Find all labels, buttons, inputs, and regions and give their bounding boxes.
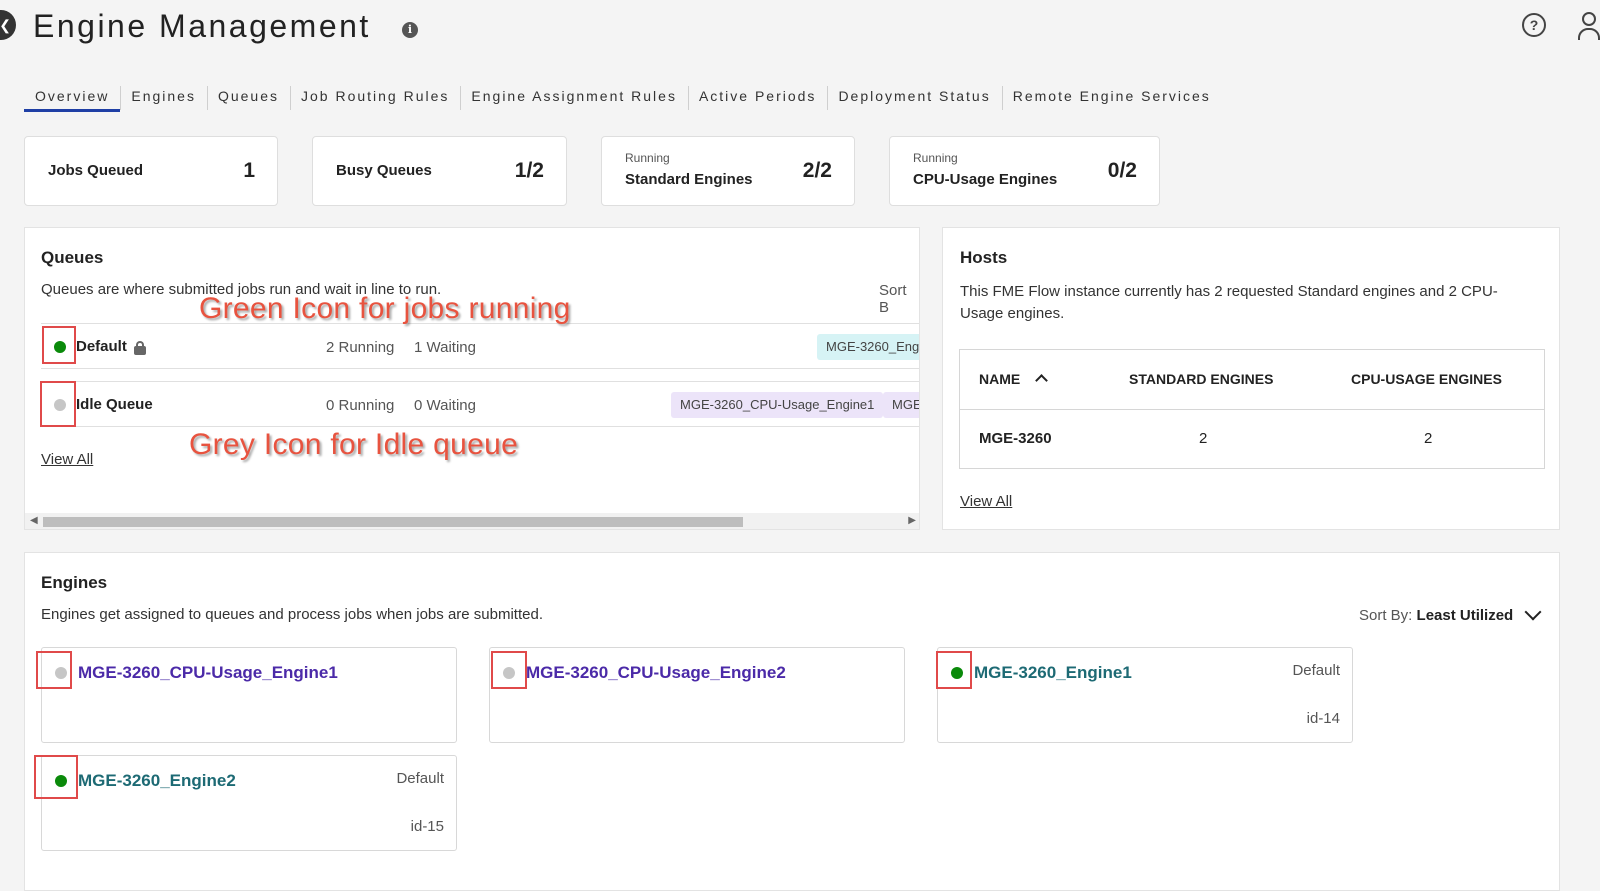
queues-title: Queues bbox=[41, 248, 104, 267]
queues-sort-label[interactable]: Sort B bbox=[879, 282, 919, 316]
annotation-highlight-box bbox=[36, 651, 72, 689]
hosts-card: Hosts This FME Flow instance currently h… bbox=[942, 227, 1560, 530]
column-header-name[interactable]: NAME bbox=[979, 371, 1020, 387]
hosts-table: NAME STANDARD ENGINES CPU-USAGE ENGINES … bbox=[959, 349, 1545, 469]
engines-description: Engines get assigned to queues and proce… bbox=[41, 606, 543, 623]
lock-icon bbox=[134, 341, 146, 355]
host-cpu-engines: 2 bbox=[1424, 430, 1433, 447]
annotation-grey-icon: Grey Icon for Idle queue bbox=[189, 428, 519, 461]
engine-card[interactable]: MGE-3260_Engine1 Default id-14 bbox=[937, 647, 1353, 743]
tab-job-routing-rules[interactable]: Job Routing Rules bbox=[290, 84, 460, 112]
hosts-table-header: NAME STANDARD ENGINES CPU-USAGE ENGINES bbox=[960, 350, 1544, 410]
stat-label: Busy Queues bbox=[336, 162, 432, 179]
host-standard-engines: 2 bbox=[1199, 430, 1208, 447]
sort-ascending-icon[interactable] bbox=[1035, 374, 1048, 387]
engine-card[interactable]: MGE-3260_CPU-Usage_Engine2 bbox=[489, 647, 905, 743]
queue-waiting-count: 1 Waiting bbox=[414, 339, 476, 356]
engine-chip[interactable]: MGE bbox=[883, 392, 919, 418]
engine-id: id-14 bbox=[1306, 710, 1340, 727]
annotation-highlight-box bbox=[491, 651, 527, 689]
back-icon[interactable]: ❮ bbox=[0, 10, 16, 40]
engine-name-link[interactable]: MGE-3260_Engine2 bbox=[78, 771, 236, 791]
stat-sublabel: Running bbox=[625, 151, 670, 165]
tab-engine-assignment-rules[interactable]: Engine Assignment Rules bbox=[460, 84, 688, 112]
sort-by-prefix: Sort By: bbox=[1359, 607, 1413, 624]
stat-jobs-queued: Jobs Queued 1 bbox=[24, 136, 278, 206]
queue-row-default[interactable]: Default 2 Running 1 Waiting MGE-3260_Eng… bbox=[41, 323, 919, 369]
queue-name: Idle Queue bbox=[76, 396, 153, 413]
engine-chip[interactable]: MGE-3260_Engi bbox=[817, 334, 919, 360]
stat-standard-engines: Running Standard Engines 2/2 bbox=[601, 136, 855, 206]
horizontal-scrollbar[interactable]: ◀ ▶ bbox=[25, 513, 919, 529]
engine-name-link[interactable]: MGE-3260_CPU-Usage_Engine1 bbox=[78, 663, 338, 683]
column-header-cpu-usage-engines: CPU-USAGE ENGINES bbox=[1351, 371, 1502, 387]
annotation-highlight-box bbox=[40, 381, 76, 427]
scrollbar-thumb[interactable] bbox=[43, 517, 743, 527]
engine-name-link[interactable]: MGE-3260_CPU-Usage_Engine2 bbox=[526, 663, 786, 683]
sort-by-value: Least Utilized bbox=[1416, 607, 1514, 624]
queue-running-count: 0 Running bbox=[326, 397, 395, 414]
queue-running-count: 2 Running bbox=[326, 339, 395, 356]
column-header-standard-engines: STANDARD ENGINES bbox=[1129, 371, 1274, 387]
help-icon[interactable]: ? bbox=[1522, 13, 1546, 37]
engine-name-link[interactable]: MGE-3260_Engine1 bbox=[974, 663, 1132, 683]
stat-value: 1 bbox=[243, 159, 255, 182]
stat-busy-queues: Busy Queues 1/2 bbox=[312, 136, 567, 206]
tab-active-periods[interactable]: Active Periods bbox=[687, 84, 827, 112]
engines-title: Engines bbox=[41, 573, 108, 592]
tab-bar: Overview Engines Queues Job Routing Rule… bbox=[24, 84, 1222, 114]
queue-row-idle[interactable]: Idle Queue 0 Running 0 Waiting MGE-3260_… bbox=[41, 381, 919, 427]
stat-label: Standard Engines bbox=[625, 171, 753, 188]
host-name: MGE-3260 bbox=[979, 430, 1052, 447]
scroll-left-icon[interactable]: ◀ bbox=[30, 515, 38, 526]
info-icon[interactable]: i bbox=[402, 22, 418, 38]
stat-sublabel: Running bbox=[913, 151, 958, 165]
chevron-down-icon[interactable] bbox=[1524, 603, 1542, 621]
stat-value: 0/2 bbox=[1107, 159, 1137, 182]
engine-queue: Default bbox=[1292, 662, 1340, 679]
engines-sort-dropdown[interactable]: Sort By: Least Utilized bbox=[1359, 607, 1513, 624]
queues-card: Queues Queues are where submitted jobs r… bbox=[24, 227, 920, 530]
engine-id: id-15 bbox=[410, 818, 444, 835]
hosts-title: Hosts bbox=[960, 248, 1008, 267]
engine-chip[interactable]: MGE-3260_CPU-Usage_Engine1 bbox=[671, 392, 884, 418]
engine-queue: Default bbox=[396, 770, 444, 787]
tab-remote-engine-services[interactable]: Remote Engine Services bbox=[1001, 84, 1222, 112]
hosts-view-all-link[interactable]: View All bbox=[960, 493, 1012, 510]
tab-queues[interactable]: Queues bbox=[206, 84, 290, 112]
tab-overview[interactable]: Overview bbox=[24, 84, 121, 112]
annotation-green-icon: Green Icon for jobs running bbox=[199, 292, 571, 325]
engines-card: Engines Engines get assigned to queues a… bbox=[24, 552, 1560, 891]
annotation-highlight-box bbox=[42, 326, 76, 364]
stat-label: Jobs Queued bbox=[48, 162, 144, 179]
queues-view-all-link[interactable]: View All bbox=[41, 451, 93, 468]
engine-card[interactable]: MGE-3260_CPU-Usage_Engine1 bbox=[41, 647, 457, 743]
annotation-highlight-box bbox=[34, 755, 78, 799]
queue-name: Default bbox=[76, 338, 127, 355]
stat-value: 2/2 bbox=[802, 159, 832, 182]
scroll-right-icon[interactable]: ▶ bbox=[908, 515, 916, 526]
stat-value: 1/2 bbox=[514, 159, 544, 182]
page-title: Engine Management bbox=[33, 8, 371, 44]
stat-cpu-usage-engines: Running CPU-Usage Engines 0/2 bbox=[889, 136, 1160, 206]
stat-label: CPU-Usage Engines bbox=[913, 171, 1058, 188]
user-icon[interactable] bbox=[1578, 12, 1600, 40]
annotation-highlight-box bbox=[936, 651, 972, 689]
tab-engines[interactable]: Engines bbox=[120, 84, 207, 112]
queue-waiting-count: 0 Waiting bbox=[414, 397, 476, 414]
tab-deployment-status[interactable]: Deployment Status bbox=[827, 84, 1001, 112]
hosts-description: This FME Flow instance currently has 2 r… bbox=[960, 283, 1498, 322]
engine-card[interactable]: MGE-3260_Engine2 Default id-15 bbox=[41, 755, 457, 851]
